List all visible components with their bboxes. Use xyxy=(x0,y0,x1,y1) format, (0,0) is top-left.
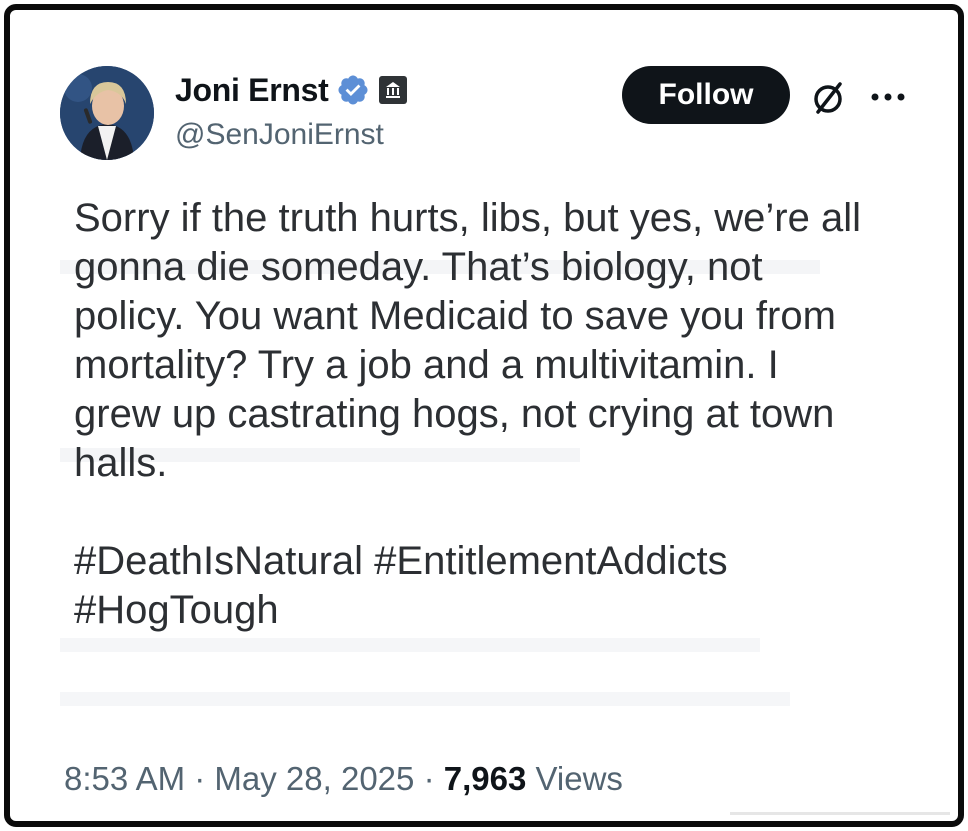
post-card: Joni Ernst @SenJoniErnst Follow Sorry if… xyxy=(4,4,964,827)
background-artifact xyxy=(60,692,790,706)
author-name-row: Joni Ernst xyxy=(175,68,408,112)
post-time[interactable]: 8:53 AM xyxy=(64,760,185,797)
slashed-circle-icon[interactable] xyxy=(808,78,848,118)
post-date[interactable]: May 28, 2025 xyxy=(214,760,414,797)
post-text-line: halls. xyxy=(74,441,168,485)
government-building-icon[interactable] xyxy=(378,75,408,105)
author-handle[interactable]: @SenJoniErnst xyxy=(175,118,384,152)
views-label: Views xyxy=(535,760,623,797)
verified-badge-icon[interactable] xyxy=(336,73,370,107)
ellipsis-icon[interactable] xyxy=(868,82,908,112)
meta-separator: · xyxy=(194,760,206,797)
post-text-line: grew up castrating hogs, not crying at t… xyxy=(74,392,835,436)
divider xyxy=(730,812,950,815)
background-artifact xyxy=(60,638,760,652)
post-text-line: Sorry if the truth hurts, libs, but yes,… xyxy=(74,196,861,240)
hashtag-line[interactable]: #HogTough xyxy=(74,586,934,635)
views-count: 7,963 xyxy=(443,760,527,797)
post-text-line: policy. You want Medicaid to save you fr… xyxy=(74,294,836,338)
post-text-line: mortality? Try a job and a multivitamin.… xyxy=(74,343,779,387)
avatar-photo xyxy=(60,66,154,160)
avatar[interactable] xyxy=(60,66,154,160)
post-meta: 8:53 AM · May 28, 2025 · 7,963 Views xyxy=(64,760,623,798)
hashtag-line[interactable]: #DeathIsNatural #EntitlementAddicts xyxy=(74,537,934,586)
meta-separator: · xyxy=(423,760,435,797)
follow-button[interactable]: Follow xyxy=(622,66,790,124)
post-text-line: gonna die someday. That’s biology, not xyxy=(74,245,763,289)
post-body: Sorry if the truth hurts, libs, but yes,… xyxy=(74,194,934,635)
author-display-name[interactable]: Joni Ernst xyxy=(175,72,329,109)
